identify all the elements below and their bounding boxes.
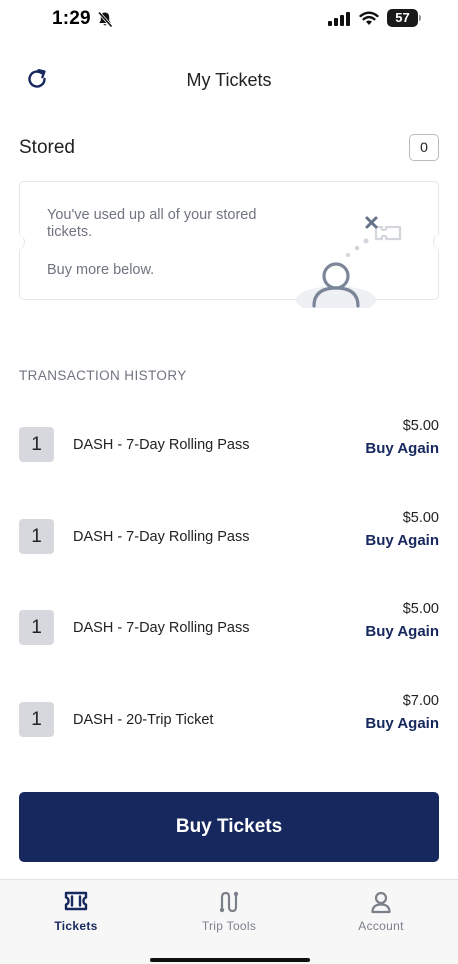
battery-icon: 57 [387, 9, 418, 27]
person-icon [369, 890, 393, 919]
ticket-name: DASH - 7-Day Rolling Pass [73, 620, 250, 636]
buy-again-button[interactable]: Buy Again [365, 440, 439, 457]
tab-bar: Tickets Trip Tools Account [0, 879, 458, 964]
status-time: 1:29 [52, 8, 91, 29]
transaction-row: 1 DASH - 20-Trip Ticket $7.00 Buy Again [19, 693, 439, 739]
transaction-history-heading: TRANSACTION HISTORY [19, 368, 187, 383]
ticket-notch-right [433, 234, 445, 250]
person-with-ticket-icon [290, 208, 415, 314]
ticket-name: DASH - 20-Trip Ticket [73, 712, 214, 728]
transaction-row: 1 DASH - 7-Day Rolling Pass $5.00 Buy Ag… [19, 418, 439, 464]
stored-count-badge: 0 [409, 134, 439, 161]
transaction-row: 1 DASH - 7-Day Rolling Pass $5.00 Buy Ag… [19, 601, 439, 647]
ticket-price: $5.00 [402, 418, 439, 434]
signal-icon [328, 12, 350, 31]
tab-label: Tickets [54, 919, 98, 933]
tab-label: Trip Tools [201, 919, 257, 933]
ticket-price: $5.00 [402, 601, 439, 617]
ticket-price: $5.00 [402, 510, 439, 526]
tab-label: Account [358, 919, 404, 933]
wifi-icon [359, 11, 379, 31]
ticket-name: DASH - 7-Day Rolling Pass [73, 529, 250, 545]
page-title: My Tickets [186, 70, 272, 90]
home-indicator[interactable] [150, 958, 310, 962]
tab-trip-tools[interactable]: Trip Tools [153, 880, 305, 950]
quantity-badge: 1 [19, 427, 54, 462]
quantity-badge: 1 [19, 610, 54, 645]
empty-message: You've used up all of your stored ticket… [47, 207, 257, 240]
empty-submessage: Buy more below. [47, 262, 155, 278]
tab-tickets[interactable]: Tickets [0, 880, 152, 950]
stored-label: Stored [19, 137, 75, 158]
buy-again-button[interactable]: Buy Again [365, 532, 439, 549]
ticket-name: DASH - 7-Day Rolling Pass [73, 437, 250, 453]
battery-level: 57 [395, 10, 410, 25]
buy-tickets-button[interactable]: Buy Tickets [19, 792, 439, 862]
bell-slash-icon [97, 11, 113, 33]
quantity-badge: 1 [19, 519, 54, 554]
tab-account[interactable]: Account [305, 880, 457, 950]
transaction-row: 1 DASH - 7-Day Rolling Pass $5.00 Buy Ag… [19, 510, 439, 556]
status-bar: 1:29 57 [0, 0, 458, 40]
ticket-price: $7.00 [402, 693, 439, 709]
battery-tip [419, 15, 421, 21]
buy-again-button[interactable]: Buy Again [365, 715, 439, 732]
buy-again-button[interactable]: Buy Again [365, 623, 439, 640]
route-icon [216, 890, 242, 919]
ticket-icon [63, 890, 89, 917]
quantity-badge: 1 [19, 702, 54, 737]
